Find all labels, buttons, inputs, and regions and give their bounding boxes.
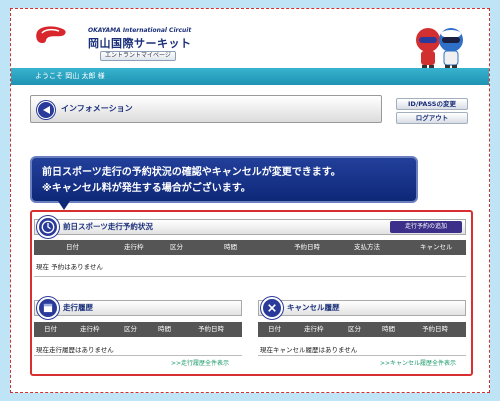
calendar-icon [37,297,59,319]
divider [258,355,466,356]
divider [34,355,242,356]
col-slot: 走行枠 [80,325,100,333]
col-reserved-at: 予約日時 [294,243,320,251]
divider [34,276,466,277]
information-button[interactable]: インフォメーション [30,95,382,123]
history-view-all-link[interactable]: >>走行履歴全件表示 [171,358,229,367]
brand-english: OKAYAMA International Circuit [88,27,192,34]
col-slot: 走行枠 [304,325,324,333]
circuit-logo-icon[interactable] [34,24,70,46]
clock-icon [37,216,59,238]
cancel-history-view-all-link[interactable]: >>キャンセル履歴全件表示 [380,358,456,367]
notice-line-2: ※キャンセル料が発生する場合がございます。 [42,183,251,194]
history-header: 走行履歴 [34,297,242,319]
col-date: 日付 [44,325,57,333]
col-category: 区分 [124,325,137,333]
cancel-history-empty-text: 現在キャンセル履歴はありません [260,346,358,354]
col-slot: 走行枠 [124,243,144,251]
history-empty-text: 現在走行履歴はありません [36,346,114,354]
history-title: 走行履歴 [63,303,93,312]
reservations-title: 前日スポーツ走行予約状況 [63,222,153,231]
add-reservation-button[interactable]: 走行予約の追加 [390,221,462,233]
col-reserved-at: 予約日時 [422,325,448,333]
col-time: 時間 [382,325,395,333]
notice-line-1: 前日スポーツ走行の予約状況の確認やキャンセルが変更できます。 [42,167,341,178]
brand-japanese: 岡山国際サーキット [88,37,192,50]
col-time: 時間 [224,243,237,251]
cancel-history-header: キャンセル履歴 [258,297,466,319]
col-category: 区分 [348,325,361,333]
col-cancel: キャンセル [420,243,453,251]
reservations-header: 前日スポーツ走行予約状況 走行予約の追加 [34,216,466,238]
history-table-header: 日付 走行枠 区分 時間 予約日時 [34,322,242,337]
back-arrow-icon [37,101,55,119]
col-date: 日付 [66,243,79,251]
cancel-history-table-header: 日付 走行枠 区分 時間 予約日時 [258,322,466,337]
col-category: 区分 [170,243,183,251]
information-label: インフォメーション [61,104,133,113]
col-reserved-at: 予約日時 [198,325,224,333]
col-time: 時間 [158,325,171,333]
reservations-empty-text: 現在 予約はありません [36,263,103,271]
entrant-mypage-label[interactable]: エントラントマイページ [100,51,176,61]
welcome-bar: ようこそ 岡山 太郎 様 [11,68,489,85]
racer-mascot-icon [416,28,463,71]
logout-button[interactable]: ログアウト [396,112,468,124]
change-id-pass-button[interactable]: ID/PASSの変更 [396,98,468,110]
cancel-x-icon [261,297,283,319]
col-date: 日付 [268,325,281,333]
reservations-table-header: 日付 走行枠 区分 時間 予約日時 支払方法 キャンセル [34,240,466,255]
col-payment: 支払方法 [354,243,380,251]
cancel-history-title: キャンセル履歴 [287,303,340,312]
notice-callout: 前日スポーツ走行の予約状況の確認やキャンセルが変更できます。 ※キャンセル料が発… [30,156,418,210]
